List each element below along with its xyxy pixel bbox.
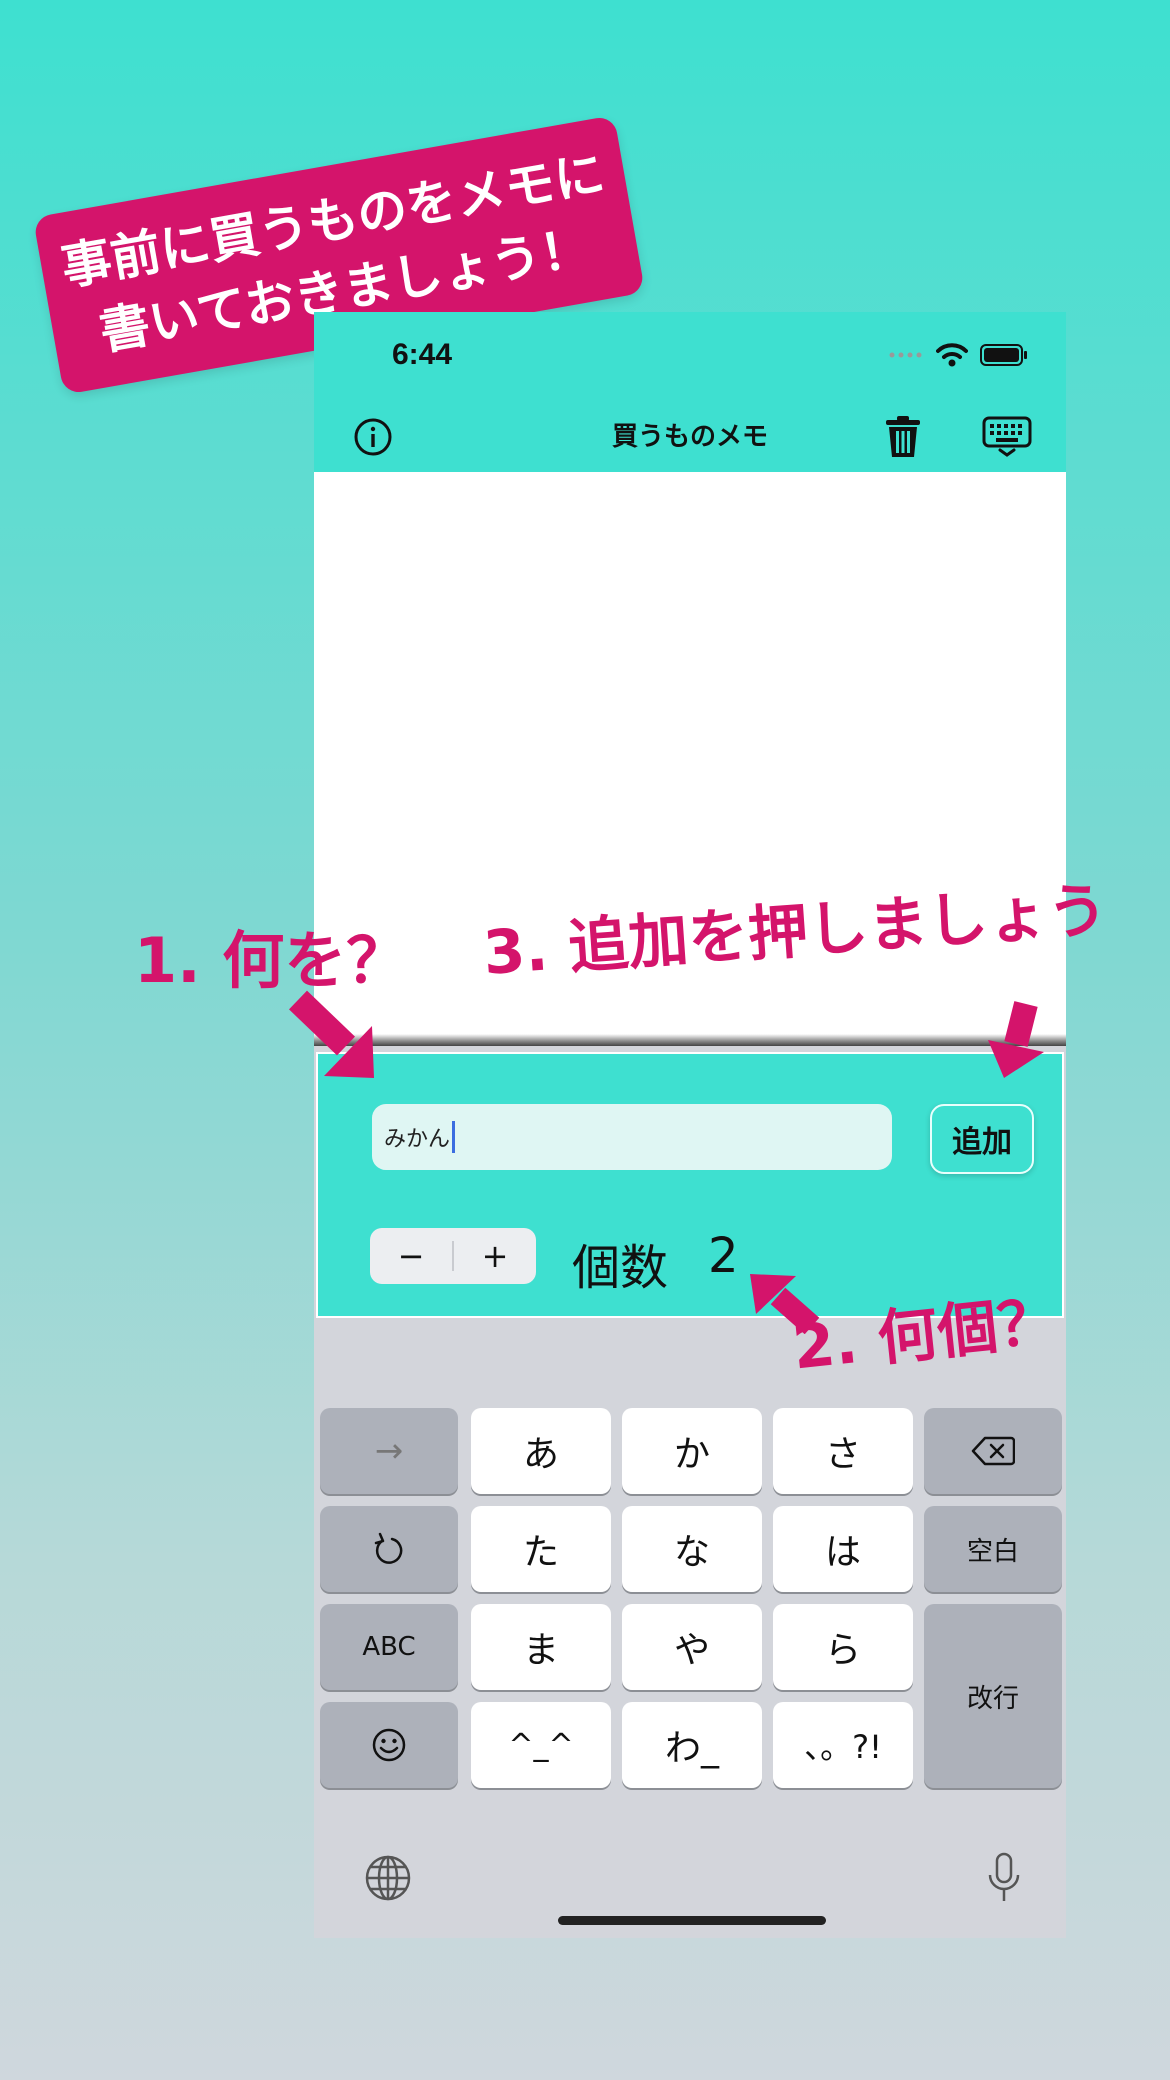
quantity-stepper: − + [370, 1228, 536, 1284]
key-ha[interactable]: は [773, 1506, 913, 1592]
key-arrow[interactable]: → [320, 1408, 458, 1494]
abc-key[interactable]: ABC [320, 1604, 458, 1690]
space-key[interactable]: 空白 [924, 1506, 1062, 1592]
return-key[interactable]: 改行 [924, 1604, 1062, 1788]
keyboard-dismiss-icon[interactable] [979, 412, 1035, 462]
key-wa[interactable]: わ_ [622, 1702, 762, 1788]
undo-key[interactable] [320, 1506, 458, 1592]
key-sa[interactable]: さ [773, 1408, 913, 1494]
emoji-icon [372, 1728, 406, 1762]
increment-button[interactable]: + [454, 1237, 536, 1275]
signal-icon [889, 352, 922, 358]
input-panel: みかん 追加 − + 個数 2 [316, 1052, 1064, 1318]
phone-screen: 6:44 買うものメモ みかん 追加 − + 個数 2 → あ か さ た な … [314, 312, 1066, 1938]
trash-icon[interactable] [878, 412, 928, 462]
status-time: 6:44 [392, 338, 453, 371]
key-ka[interactable]: か [622, 1408, 762, 1494]
add-button[interactable]: 追加 [930, 1104, 1034, 1174]
quantity-label: 個数 [572, 1240, 669, 1296]
arrow-to-input-icon [289, 990, 374, 1078]
globe-icon[interactable] [360, 1850, 416, 1906]
delete-icon [971, 1436, 1015, 1466]
text-cursor [452, 1121, 456, 1153]
key-ta[interactable]: た [471, 1506, 611, 1592]
key-ra[interactable]: ら [773, 1604, 913, 1690]
divider [314, 1034, 1066, 1046]
emoji-key[interactable] [320, 1702, 458, 1788]
arrow-to-quantity-icon [750, 1274, 820, 1334]
key-kaomoji[interactable]: ^_^ [471, 1702, 611, 1788]
key-na[interactable]: な [622, 1506, 762, 1592]
decrement-button[interactable]: − [370, 1237, 452, 1275]
wifi-icon [936, 343, 968, 367]
microphone-icon[interactable] [976, 1850, 1032, 1906]
key-ma[interactable]: ま [471, 1604, 611, 1690]
arrow-to-add-button-icon [988, 1001, 1044, 1078]
battery-icon [980, 344, 1027, 366]
quantity-value: 2 [708, 1228, 739, 1284]
page-title: 買うものメモ [611, 422, 768, 452]
key-ya[interactable]: や [622, 1604, 762, 1690]
key-punctuation[interactable]: 、。?! [773, 1702, 913, 1788]
nav-bar: 買うものメモ [314, 402, 1066, 472]
key-a[interactable]: あ [471, 1408, 611, 1494]
status-icons [888, 342, 1028, 368]
item-input[interactable]: みかん [372, 1104, 892, 1170]
home-indicator [558, 1916, 826, 1925]
annotation-step-1: 1. 何を？ [134, 924, 409, 997]
undo-icon [374, 1532, 403, 1564]
backspace-key[interactable] [924, 1408, 1062, 1494]
item-input-value: みかん [384, 1127, 451, 1152]
status-bar: 6:44 [314, 312, 1066, 402]
